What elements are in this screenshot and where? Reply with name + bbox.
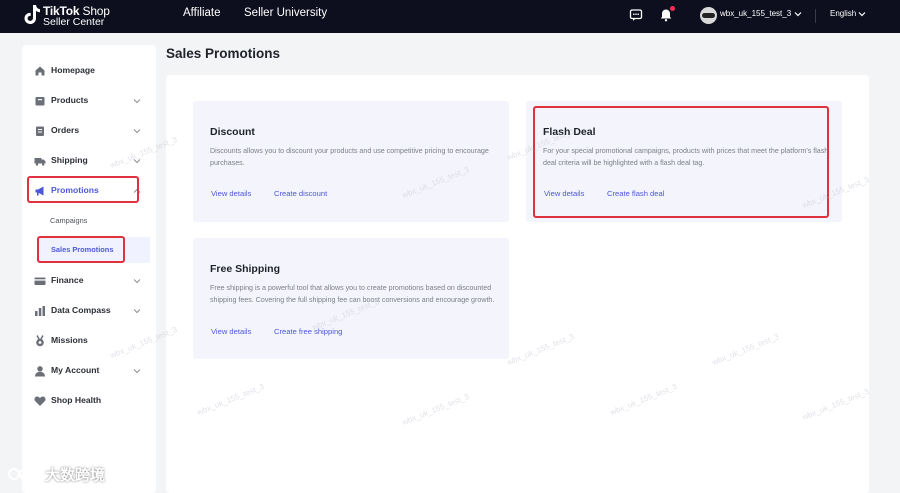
create-free-shipping-link[interactable]: Create free shipping [274,327,342,336]
top-bar: TikTok Shop Seller Center Affiliate Sell… [0,0,900,33]
sidebar-item-label: Finance [51,275,84,285]
sidebar-item-shop-health[interactable]: Shop Health [22,387,156,415]
sidebar-item-label: Products [51,95,89,105]
sidebar-item-label: My Account [51,365,100,375]
chevron-down-icon [133,279,141,284]
chat-icon[interactable] [629,8,643,22]
chevron-down-icon [133,129,141,134]
sidebar-item-finance[interactable]: Finance [22,267,156,295]
sidebar-item-label: Data Compass [51,305,111,315]
sidebar-item-data-compass[interactable]: Data Compass [22,297,156,325]
truck-icon [34,158,46,166]
card-description: Discounts allows you to discount your pr… [210,147,489,168]
sidebar-item-products[interactable]: Products [22,87,156,115]
sidebar-item-label: Missions [51,335,88,345]
notification-dot [670,6,675,11]
chevron-down-icon[interactable] [858,10,866,18]
promotions-highlight-box [27,176,139,203]
sidebar-item-label: Homepage [51,65,95,75]
brand-text: 大数跨境 [45,467,106,484]
box-icon [35,97,45,106]
sidebar-item-label: Orders [51,125,80,135]
nav-seller-university[interactable]: Seller University [244,7,327,19]
health-icon [34,396,46,406]
create-discount-link[interactable]: Create discount [274,189,327,198]
chevron-down-icon[interactable] [794,10,802,18]
card-icon [34,277,46,285]
nav-affiliate[interactable]: Affiliate [183,7,221,19]
sidebar: Homepage Products Orders Shipping Promot… [22,45,156,493]
discount-card: Discount Discounts allows you to discoun… [193,101,509,222]
store-name[interactable]: wbx_uk_155_test_3 [720,9,791,18]
user-icon [35,366,45,377]
card-title: Discount [210,126,255,138]
chevron-down-icon [133,99,141,104]
sidebar-item-label: Shop Health [51,395,102,405]
card-description: Free shipping is a powerful tool that al… [210,284,495,305]
flash-deal-highlight-box [533,106,829,218]
divider [815,9,816,23]
orders-icon [36,126,44,136]
sidebar-item-label: Shipping [51,155,88,165]
medal-icon [36,335,44,347]
chevron-down-icon [133,369,141,374]
free-shipping-card: Free Shipping Free shipping is a powerfu… [193,238,509,359]
avatar[interactable] [700,7,717,24]
tiktok-shop-logo[interactable]: TikTok Shop Seller Center [23,3,113,30]
sidebar-item-my-account[interactable]: My Account [22,357,156,385]
tiktok-logo-icon [24,5,40,24]
chart-icon [35,306,45,316]
view-details-link[interactable]: View details [211,327,251,336]
card-title: Free Shipping [210,263,281,275]
home-icon [35,66,45,76]
sales-promotions-highlight-box [37,236,125,263]
chevron-down-icon [133,309,141,314]
logo-subtitle: Seller Center [43,16,105,28]
brand-logo-icon [8,468,42,480]
sidebar-subitem-campaigns[interactable]: Campaigns [50,216,87,225]
page-title: Sales Promotions [166,46,281,61]
language-selector[interactable]: English [830,9,856,18]
sidebar-item-orders[interactable]: Orders [22,117,156,145]
sidebar-item-homepage[interactable]: Homepage [22,57,156,85]
view-details-link[interactable]: View details [211,189,251,198]
